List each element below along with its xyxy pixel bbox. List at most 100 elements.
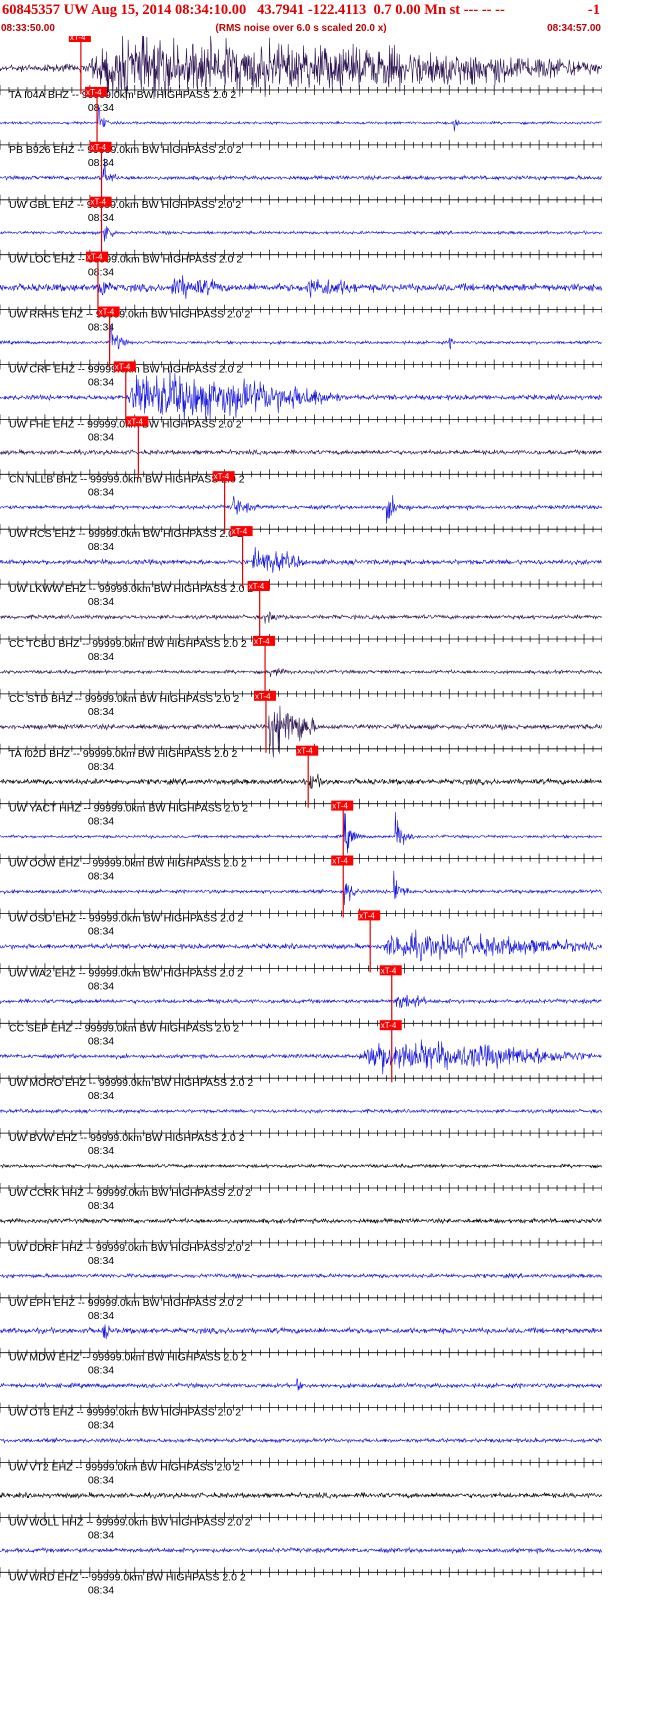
minute-label: 08:34 [88,816,114,828]
station-label: UW WRD EHZ -- 99999.0km BW HIGHPASS 2.0 … [9,1571,246,1583]
station-label: UW DDRF HHZ -- 99999.0km BW HIGHPASS 2.0… [9,1242,251,1254]
station-label: UW OOW EHZ -- 99999.0km BW HIGHPASS 2.0 … [9,858,247,870]
pick-label: xT-4 [214,472,230,481]
waveform-line [0,1437,602,1444]
trace-uw-ccrk-hhz: UW CCRK HHZ -- 99999.0km BW HIGHPASS 2.0… [0,1163,602,1212]
minute-label: 08:34 [88,1090,114,1102]
waveform-line [0,1163,602,1169]
pick-label: xT-4 [381,1021,397,1030]
trace-uw-eph-ehz: UW EPH EHZ -- 99999.0km BW HIGHPASS 2.0 … [0,1272,602,1322]
seismogram-plot: TA I04A BHZ -- 99999.0km BW HIGHPASS 2.0… [0,36,602,1596]
pick-label: xT-4 [232,527,248,536]
station-label: UW VT2 EHZ -- 99999.0km BW HIGHPASS 2.0 … [9,1462,240,1474]
waveform-line [0,1107,602,1115]
trace-ta-i04a-bhz: TA I04A BHZ -- 99999.0km BW HIGHPASS 2.0… [0,36,602,114]
pick-label: xT-4 [332,857,348,866]
station-label: UW LKWW EHZ -- 99999.0km BW HIGHPASS 2.0… [9,583,253,595]
station-label: UW BVW EHZ -- 99999.0km BW HIGHPASS 2.0 … [9,1132,245,1144]
station-label: UW LOC EHZ -- 99999.0km BW HIGHPASS 2.0 … [9,254,242,266]
trace-uw-ddrf-hhz: UW DDRF HHZ -- 99999.0km BW HIGHPASS 2.0… [0,1217,602,1267]
station-label: CC TCBU BHZ -- 99999.0km BW HIGHPASS 2.0… [9,638,247,650]
end-time-label: 08:34:57.00 [547,23,601,34]
helicorder-page: 60845357 UW Aug 15, 2014 08:34:10.00 43.… [0,0,602,1718]
pick-label: xT-4 [86,88,102,97]
minute-label: 08:34 [88,761,114,773]
waveform-line [0,275,602,299]
station-label: PB B926 EHZ -- 99999.0km BW HIGHPASS 2.0… [9,144,242,156]
pick-label: xT-4 [70,36,86,42]
waveform-line [0,495,602,524]
waveform-line [0,773,602,790]
station-label: UW MORO EHZ -- 99999.0km BW HIGHPASS 2.0… [9,1077,253,1089]
waveform-line [0,226,602,242]
minute-label: 08:34 [88,1200,114,1212]
minute-label: 08:34 [88,102,114,114]
pick-label: xT-4 [359,911,375,920]
minute-label: 08:34 [88,1420,114,1432]
pick-label: xT-4 [99,308,115,317]
station-label: TA I02D BHZ -- 99999.0km BW HIGHPASS 2.0… [9,748,238,760]
station-label: TA I04A BHZ -- 99999.0km BW HIGHPASS 2.0… [9,89,236,101]
minute-label: 08:34 [88,1145,114,1157]
minute-label: 08:34 [88,1035,114,1047]
minute-label: 08:34 [88,267,114,279]
trace-uw-wrd-ehz: UW WRD EHZ -- 99999.0km BW HIGHPASS 2.0 … [0,1546,602,1596]
pick-label: xT-4 [91,143,107,152]
pick-label: xT-4 [297,747,313,756]
station-label: UW EPH EHZ -- 99999.0km BW HIGHPASS 2.0 … [9,1297,242,1309]
trace-uw-vt2-ehz: UW VT2 EHZ -- 99999.0km BW HIGHPASS 2.0 … [0,1437,602,1487]
waveform-line [0,1272,602,1280]
station-label: UW GBL EHZ -- 99999.0km BW HIGHPASS 2.0 … [9,199,241,211]
pick-label: xT-4 [91,198,107,207]
waveform-line [0,1324,602,1340]
station-label: UW CCRK HHZ -- 99999.0km BW HIGHPASS 2.0… [9,1187,251,1199]
station-label: UW RRHS EHZ -- 99999.0km BW HIGHPASS 2.0… [9,309,251,321]
minute-label: 08:34 [88,1365,114,1377]
minute-label: 08:34 [88,596,114,608]
minute-label: 08:34 [88,980,114,992]
station-label: UW MDW EHZ -- 99999.0km BW HIGHPASS 2.0 … [9,1352,247,1364]
minute-label: 08:34 [88,1584,114,1596]
minute-label: 08:34 [88,706,114,718]
pick-label: xT-4 [87,253,103,262]
station-label: CC STD BHZ -- 99999.0km BW HIGHPASS 2.0 … [9,693,239,705]
time-range-bar: 08:33:50.00 (RMS noise over 6.0 s scaled… [0,22,602,36]
scale-note: (RMS noise over 6.0 s scaled 20.0 x) [215,23,387,34]
trace-uw-woll-hhz: UW WOLL HHZ -- 99999.0km BW HIGHPASS 2.0… [0,1491,602,1541]
pick-label: xT-4 [381,966,397,975]
minute-label: 08:34 [88,651,114,663]
station-label: UW RCS EHZ -- 99999.0km BW HIGHPASS 2.0 … [9,528,243,540]
trace-uw-ot3-ehz: UW OT3 EHZ -- 99999.0km BW HIGHPASS 2.0 … [0,1378,602,1432]
minute-label: 08:34 [88,377,114,389]
waveform-line [0,1491,602,1500]
waveform-line [0,1217,602,1225]
trace-uw-mdw-ehz: UW MDW EHZ -- 99999.0km BW HIGHPASS 2.0 … [0,1324,602,1377]
pick-label: xT-4 [255,692,271,701]
minute-label: 08:34 [88,431,114,443]
minute-label: 08:34 [88,1529,114,1541]
waveform-line [0,994,602,1009]
minute-label: 08:34 [88,486,114,498]
trace-uw-bvw-ehz: UW BVW EHZ -- 99999.0km BW HIGHPASS 2.0 … [0,1107,602,1157]
waveform-line [0,611,602,624]
minute-label: 08:34 [88,1310,114,1322]
minute-label: 08:34 [88,1475,114,1487]
waveform-line [0,668,602,678]
station-label: UW YACT HHZ -- 99999.0km BW HIGHPASS 2.0… [9,803,248,815]
event-title-suffix: -1 [587,2,600,18]
station-label: CC SEP EHZ -- 99999.0km BW HIGHPASS 2.0 … [9,1022,239,1034]
minute-label: 08:34 [88,926,114,938]
pick-label: xT-4 [254,637,270,646]
waveform-line [0,1546,602,1555]
minute-label: 08:34 [88,541,114,553]
station-label: UW OT3 EHZ -- 99999.0km BW HIGHPASS 2.0 … [9,1407,241,1419]
pick-label: xT-4 [249,582,265,591]
minute-label: 08:34 [88,871,114,883]
station-label: UW WOLL HHZ -- 99999.0km BW HIGHPASS 2.0… [9,1516,251,1528]
station-label: CN NLLB BHZ -- 99999.0km BW HIGHPASS 2.0… [9,473,245,485]
pick-label: xT-4 [127,417,143,426]
station-label: UW WA2 EHZ -- 99999.0km BW HIGHPASS 2.0 … [9,967,243,979]
waveform-line [0,1378,602,1391]
event-title-text: 60845357 UW Aug 15, 2014 08:34:10.00 43.… [2,2,505,18]
pick-label: xT-4 [115,362,131,371]
